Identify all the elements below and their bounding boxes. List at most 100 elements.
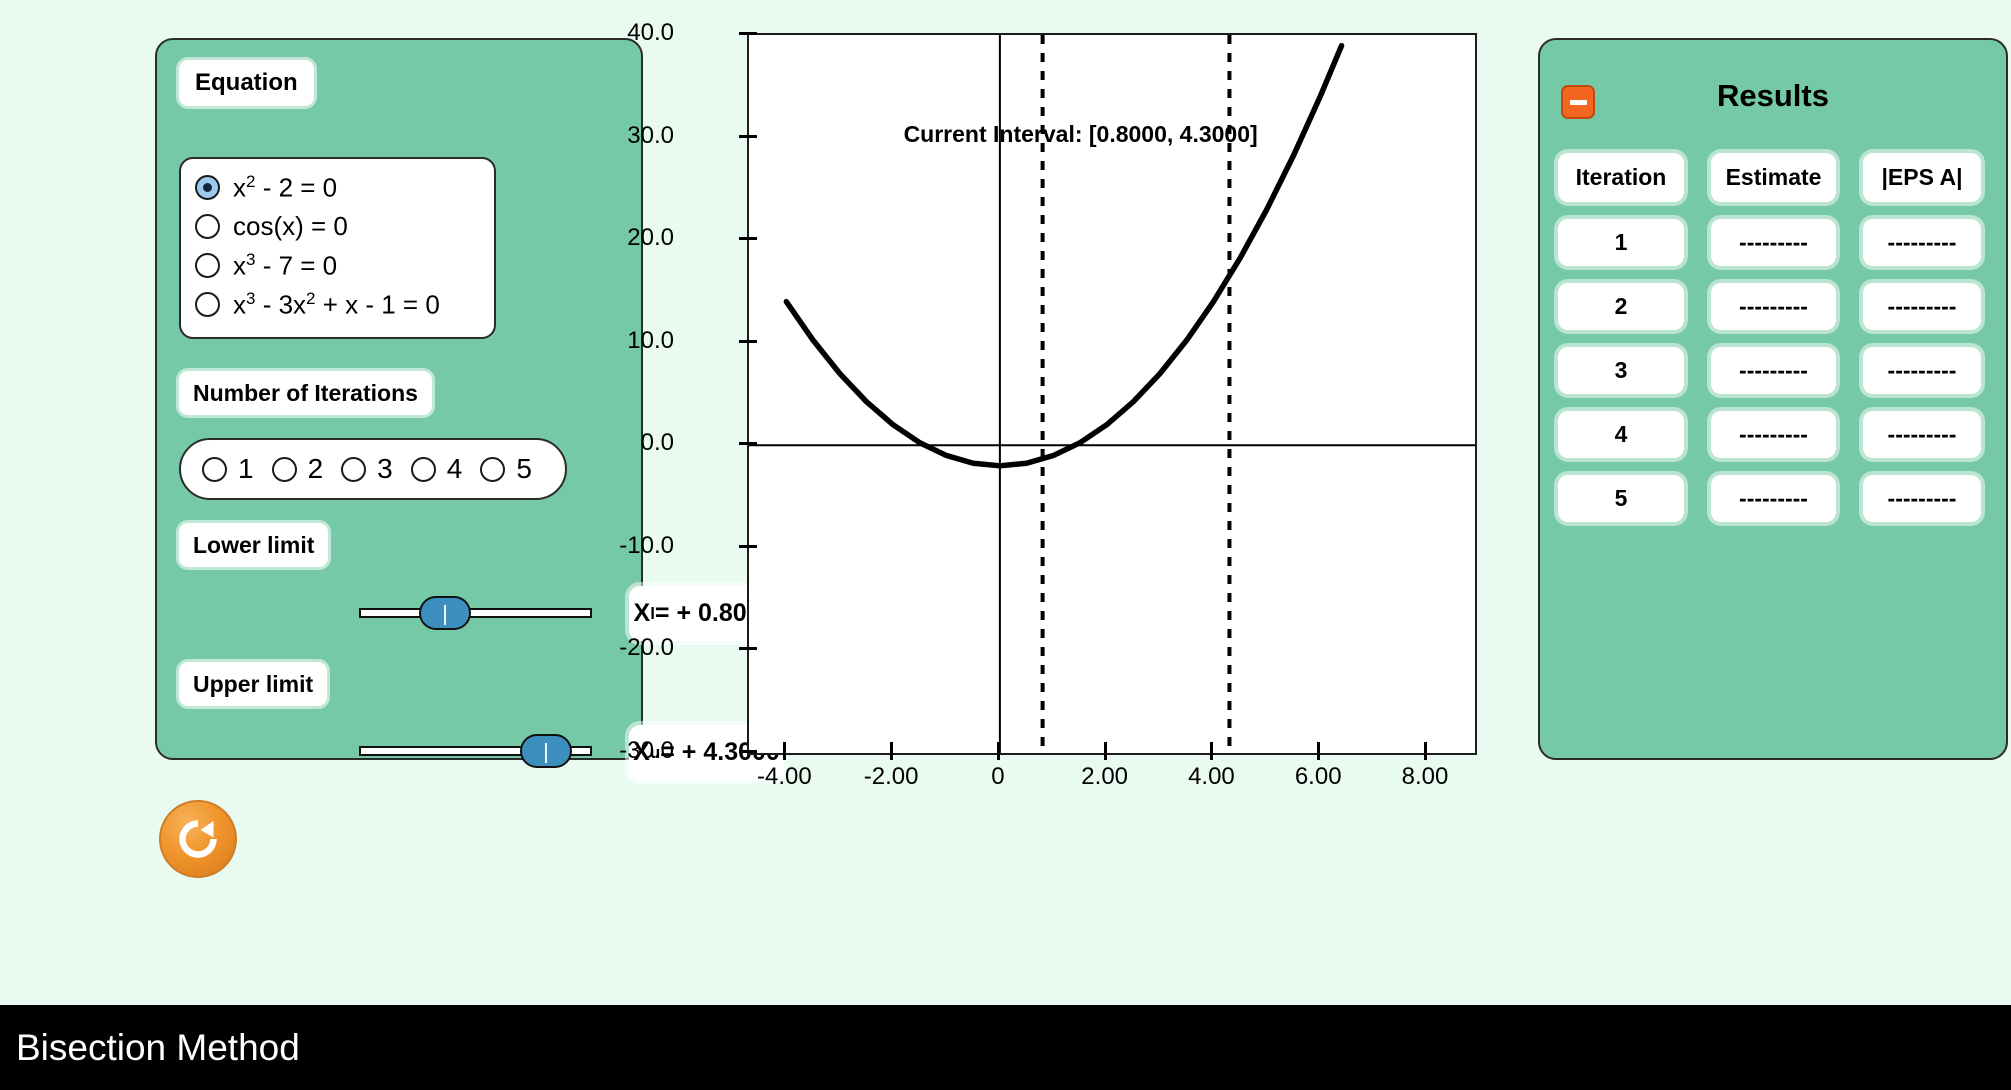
- equation-option-1[interactable]: cos(x) = 0: [195, 207, 494, 246]
- equation-radio-1[interactable]: [195, 214, 220, 239]
- x-tick-label-3: 2.00: [1081, 763, 1129, 790]
- x-tick-mark-4: [1210, 742, 1214, 760]
- function-curve: [783, 42, 1345, 469]
- y-tick-mark-0: [739, 750, 757, 753]
- results-cell-r3-c1: ---------: [1711, 411, 1836, 458]
- lower-limit-slider[interactable]: [359, 596, 592, 630]
- lower-limit-label: Lower limit: [179, 523, 329, 567]
- results-cell-r1-c2: ---------: [1863, 283, 1981, 330]
- upper-limit-slider[interactable]: [359, 734, 592, 768]
- iteration-option-4[interactable]: 4: [410, 453, 463, 485]
- lower-limit-value-symbol: X: [633, 599, 651, 627]
- results-cell-r0-c2: ---------: [1863, 219, 1981, 266]
- results-cell-r3-c0: 4: [1558, 411, 1684, 458]
- y-tick-mark-4: [739, 339, 757, 343]
- x-tick-mark-5: [1317, 742, 1321, 760]
- y-tick-label-1: -20.0: [619, 634, 674, 662]
- y-tick-label-4: 10.0: [627, 326, 674, 354]
- results-header-1: Estimate: [1711, 153, 1836, 202]
- lower-limit-slider-thumb[interactable]: [418, 596, 471, 630]
- results-header-2: |EPS A|: [1863, 153, 1981, 202]
- y-tick-label-6: 30.0: [627, 121, 674, 149]
- x-tick-label-0: -4.00: [757, 763, 812, 790]
- upper-limit-label: Upper limit: [179, 662, 328, 706]
- results-cell-r2-c0: 3: [1558, 347, 1684, 394]
- x-tick-mark-6: [1423, 742, 1427, 760]
- x-tick-label-4: 4.00: [1188, 763, 1235, 790]
- table-row: 4 --------- ---------: [1558, 411, 1998, 458]
- x-tick-label-5: 6.00: [1294, 763, 1342, 790]
- results-cell-r2-c2: ---------: [1863, 347, 1981, 394]
- table-row: 1 --------- ---------: [1558, 219, 1998, 266]
- results-title: Results: [1717, 78, 1829, 113]
- y-tick-mark-2: [739, 544, 757, 548]
- results-cell-r2-c1: ---------: [1711, 347, 1836, 394]
- y-tick-mark-6: [739, 134, 757, 138]
- reset-button[interactable]: [159, 800, 237, 878]
- results-table: Iteration Estimate |EPS A| 1 --------- ------…: [1558, 153, 1998, 539]
- results-cell-r1-c1: ---------: [1711, 283, 1836, 330]
- x-tick-mark-3: [1103, 742, 1107, 760]
- y-tick-mark-5: [739, 237, 757, 241]
- results-cell-r4-c2: ---------: [1863, 475, 1981, 522]
- equation-label-1: cos(x) = 0: [233, 211, 348, 241]
- iteration-radio-3[interactable]: [341, 456, 367, 482]
- iteration-label-1: 1: [238, 453, 254, 484]
- x-tick-label-1: -2.00: [863, 763, 919, 790]
- reset-circular-arrow-icon: [179, 820, 217, 858]
- y-tick-label-0: -30.0: [619, 737, 674, 764]
- results-cell-r4-c1: ---------: [1711, 475, 1836, 522]
- iteration-radio-4[interactable]: [410, 456, 436, 482]
- equation-label-2: x3 - 7 = 0: [233, 249, 338, 281]
- footer-bar: Bisection Method: [0, 1005, 2011, 1090]
- equation-option-0[interactable]: x2 - 2 = 0: [195, 168, 494, 207]
- y-tick-label-3: 0.0: [640, 429, 674, 457]
- equation-option-3[interactable]: x3 - 3x2 + x - 1 = 0: [195, 285, 494, 324]
- upper-limit-slider-thumb[interactable]: [520, 734, 573, 768]
- x-tick-label-2: 0: [991, 763, 1005, 790]
- y-tick-mark-7: [739, 32, 757, 35]
- y-tick-label-2: -10.0: [619, 531, 674, 559]
- iteration-label-4: 4: [446, 453, 463, 484]
- y-tick-label-5: 20.0: [627, 224, 674, 252]
- equation-option-2[interactable]: x3 - 7 = 0: [195, 246, 494, 285]
- iterations-section-label: Number of Iterations: [179, 371, 432, 415]
- function-plot: -30.0 -20.0 -10.0 0.0 10.0 20.0 30.0 40.0 -4.00 -…: [619, 15, 1480, 795]
- lower-limit-slider-track[interactable]: [359, 608, 592, 618]
- equation-label-3: x3 - 3x2 + x - 1 = 0: [233, 288, 440, 320]
- results-cell-r4-c0: 5: [1558, 475, 1684, 522]
- iteration-label-3: 3: [377, 453, 393, 484]
- iteration-option-5[interactable]: 5: [480, 453, 532, 485]
- results-cell-r0-c1: ---------: [1711, 219, 1836, 266]
- table-row: 2 --------- ---------: [1558, 283, 1998, 330]
- equation-label-0: x2 - 2 = 0: [233, 171, 338, 203]
- table-row: 5 --------- ---------: [1558, 475, 1998, 522]
- equation-radio-0[interactable]: [195, 175, 220, 200]
- control-panel: Equation x2 - 2 = 0 cos(x) = 0 x3 - 7 = 0x…: [155, 38, 784, 780]
- x-tick-label-6: 8.00: [1401, 763, 1449, 790]
- iterations-radio-group: 1 2 3 4 5: [179, 438, 567, 500]
- x-tick-mark-0: [783, 742, 787, 760]
- iteration-option-1[interactable]: 1: [202, 453, 254, 485]
- app-title: Bisection Method: [16, 1026, 300, 1068]
- y-tick-label-7: 40.0: [627, 19, 674, 46]
- equation-radio-3[interactable]: [195, 292, 220, 317]
- iteration-radio-5[interactable]: [480, 456, 506, 482]
- y-tick-mark-1: [739, 647, 757, 651]
- x-tick-mark-1: [890, 742, 894, 760]
- iteration-label-5: 5: [516, 453, 532, 484]
- equation-section-label: Equation: [179, 60, 314, 106]
- results-cell-r1-c0: 2: [1558, 283, 1684, 330]
- results-panel: Results Iteration Estimate |EPS A| 1 -------…: [1538, 38, 2008, 760]
- equation-radio-group: x2 - 2 = 0 cos(x) = 0 x3 - 7 = 0 x3 - 3x2 +…: [179, 157, 496, 339]
- iteration-radio-1[interactable]: [202, 456, 227, 482]
- results-cell-r0-c0: 1: [1558, 219, 1684, 266]
- iteration-radio-2[interactable]: [271, 456, 297, 482]
- iteration-option-3[interactable]: 3: [341, 453, 393, 485]
- results-cell-r3-c2: ---------: [1863, 411, 1981, 458]
- x-tick-mark-2: [996, 742, 1000, 760]
- iteration-option-2[interactable]: 2: [271, 453, 323, 485]
- table-row: 3 --------- ---------: [1558, 347, 1998, 394]
- equation-radio-2[interactable]: [195, 253, 220, 278]
- results-header-0: Iteration: [1558, 153, 1684, 202]
